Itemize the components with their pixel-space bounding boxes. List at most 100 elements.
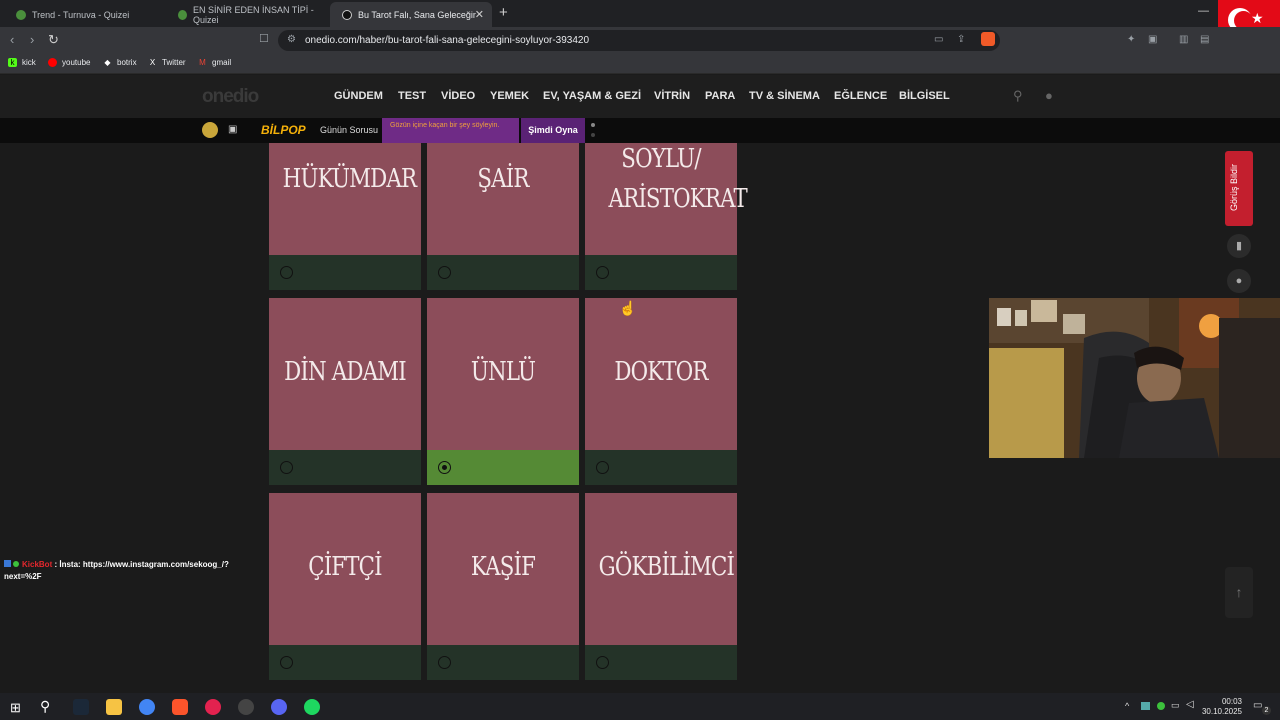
webcam-image [989, 298, 1280, 458]
quiz-radio-row[interactable] [269, 645, 421, 680]
quiz-radio-row[interactable] [427, 255, 579, 290]
back-icon[interactable]: ‹ [10, 32, 14, 47]
quizei-favicon-icon [178, 9, 187, 20]
radio-button[interactable] [596, 461, 609, 474]
bookmarks-bar: k kick youtube ◆ botrix X Twitter Mgmail [0, 54, 1280, 74]
nav-yemek[interactable]: YEMEK [490, 90, 529, 102]
quiz-radio-row-selected[interactable] [427, 450, 579, 485]
media-player-icon[interactable] [205, 699, 221, 715]
reload-icon[interactable]: ↻ [48, 32, 59, 48]
bilpop-bar [0, 118, 1280, 143]
nav-eglence[interactable]: EĞLENCE [834, 90, 887, 102]
youtube-icon [48, 58, 57, 67]
quiz-option-din-adami[interactable]: DİN ADAMI [269, 298, 421, 450]
volume-icon[interactable]: ◁ [1186, 699, 1194, 710]
wallet-icon[interactable]: ▣ [1148, 34, 1157, 45]
system-clock[interactable]: 00:03 30.10.2025 [1198, 697, 1242, 717]
minimize-icon[interactable]: — [1198, 5, 1209, 17]
radio-button[interactable] [280, 266, 293, 279]
share-icon[interactable]: ⇪ [957, 34, 965, 45]
carousel-dot[interactable] [591, 133, 595, 137]
nav-para[interactable]: PARA [705, 90, 735, 102]
nav-gundem[interactable]: GÜNDEM [334, 90, 383, 102]
tray-app-icon[interactable] [1141, 702, 1150, 710]
comments-icon[interactable]: ● [1227, 269, 1251, 293]
quiz-radio-row[interactable] [585, 645, 737, 680]
game-icon[interactable] [202, 122, 218, 138]
gamepad-icon[interactable]: ▣ [228, 124, 237, 135]
tab-search-icon[interactable]: ▤ [1200, 34, 1209, 45]
quiz-radio-row[interactable] [585, 450, 737, 485]
save-bookmark-icon[interactable]: ▮ [1227, 234, 1251, 258]
windows-start-icon[interactable]: ⊞ [10, 700, 21, 716]
network-icon[interactable]: ▭ [1171, 700, 1180, 711]
bookmark-gmail[interactable]: Mgmail [198, 58, 231, 67]
tray-app-icon[interactable] [1157, 702, 1165, 710]
quiz-option-hukumdar[interactable]: HÜKÜMDAR [269, 143, 421, 255]
play-now-button[interactable]: Şimdi Oyna [521, 118, 585, 143]
quiz-option-gokbilimci[interactable]: GÖKBİLİMCİ [585, 493, 737, 645]
bookmark-kick[interactable]: k kick [8, 58, 36, 67]
radio-button[interactable] [596, 656, 609, 669]
quiz-radio-row[interactable] [427, 645, 579, 680]
browser-tab[interactable]: EN SİNİR EDEN İNSAN TİPİ - Quizei [166, 2, 326, 27]
search-icon[interactable]: ⚲ [40, 698, 50, 715]
spotify-icon[interactable] [304, 699, 320, 715]
carousel-dot[interactable] [591, 123, 595, 127]
brave-icon[interactable] [172, 699, 188, 715]
tray-chevron-icon[interactable]: ^ [1125, 701, 1129, 711]
star-icon: ★ [1251, 10, 1264, 26]
quiz-option-sair[interactable]: ŞAİR [427, 143, 579, 255]
stream-chat-message: KickBot : İnsta: https://www.instagram.c… [4, 559, 244, 583]
quiz-option-kasif[interactable]: KAŞİF [427, 493, 579, 645]
site-logo[interactable]: onedio [202, 86, 259, 108]
url-text[interactable]: onedio.com/haber/bu-tarot-fali-sana-gele… [305, 35, 589, 46]
sidebar-icon[interactable]: ▥ [1179, 34, 1188, 45]
quiz-option-unlu[interactable]: ÜNLÜ [427, 298, 579, 450]
file-explorer-icon[interactable] [106, 699, 122, 715]
quiz-radio-row[interactable] [269, 450, 421, 485]
bookmark-youtube[interactable]: youtube [48, 58, 90, 67]
nav-test[interactable]: TEST [398, 90, 426, 102]
bilpop-logo[interactable]: BİLPOP [261, 123, 306, 137]
site-info-icon[interactable]: ⚙ [287, 34, 296, 45]
chrome-icon[interactable] [139, 699, 155, 715]
quiz-option-soylu-aristokrat[interactable]: SOYLU/ ARİSTOKRAT [585, 143, 748, 255]
radio-button[interactable] [596, 266, 609, 279]
nav-ev-yasam-gezi[interactable]: EV, YAŞAM & GEZİ [543, 90, 641, 102]
bookmark-icon[interactable]: ☐ [259, 32, 269, 45]
user-icon[interactable]: ● [1045, 88, 1053, 103]
bookmark-botrix[interactable]: ◆ botrix [103, 58, 136, 67]
feedback-button[interactable]: Görüş Bildir [1225, 151, 1253, 226]
obs-icon[interactable] [238, 699, 254, 715]
search-icon[interactable]: ⚲ [1013, 88, 1023, 104]
new-tab-button[interactable]: + [499, 4, 508, 21]
close-tab-icon[interactable]: ✕ [475, 8, 484, 21]
nav-video[interactable]: VİDEO [441, 90, 475, 102]
radio-button[interactable] [280, 656, 293, 669]
browser-tab[interactable]: Trend - Turnuva - Quizei [4, 2, 164, 27]
streamer-webcam [989, 298, 1280, 458]
onedio-favicon-icon [342, 9, 352, 20]
radio-button[interactable] [438, 266, 451, 279]
chat-username: KickBot [22, 560, 53, 569]
radio-button[interactable] [438, 656, 451, 669]
nav-vitrin[interactable]: VİTRİN [654, 90, 690, 102]
radio-button-checked[interactable] [438, 461, 451, 474]
cast-icon[interactable]: ▭ [934, 34, 943, 45]
quiz-radio-row[interactable] [269, 255, 421, 290]
brave-shield-icon[interactable] [981, 32, 995, 46]
radio-button[interactable] [280, 461, 293, 474]
extensions-icon[interactable]: ✦ [1127, 34, 1135, 45]
scroll-to-top-button[interactable]: ↑ [1225, 567, 1253, 618]
browser-tab-active[interactable]: Bu Tarot Falı, Sana Geleceğini Söy ✕ [330, 2, 492, 27]
nav-tv-sinema[interactable]: TV & SİNEMA [749, 90, 820, 102]
bookmark-twitter[interactable]: X Twitter [148, 58, 186, 67]
quiz-option-doktor[interactable]: DOKTOR [585, 298, 737, 450]
steam-icon[interactable] [73, 699, 89, 715]
discord-icon[interactable] [271, 699, 287, 715]
quiz-option-ciftci[interactable]: ÇİFTÇİ [269, 493, 421, 645]
nav-bilgisel[interactable]: BİLGİSEL [899, 90, 950, 102]
forward-icon[interactable]: › [30, 32, 34, 47]
quiz-radio-row[interactable] [585, 255, 737, 290]
